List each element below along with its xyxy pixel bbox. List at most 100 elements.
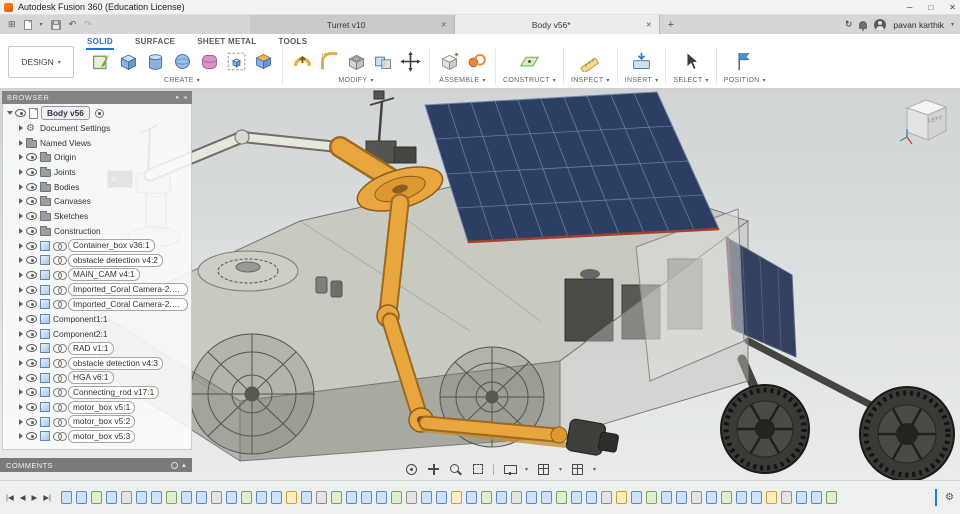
timeline-feature-icon[interactable] (571, 491, 582, 504)
caret-down-icon[interactable]: ▾ (559, 466, 562, 473)
create-derive-icon[interactable] (224, 50, 248, 74)
item-label[interactable]: motor_box v5:1 (68, 400, 136, 414)
timeline-feature-icon[interactable] (361, 491, 372, 504)
job-status-icon[interactable]: ↻ (845, 15, 853, 34)
modify-group-dropdown[interactable]: MODIFY ▾ (338, 77, 373, 84)
browser-tree-item[interactable]: Document Settings (3, 121, 191, 136)
browser-collapse-icon[interactable]: ◂ (183, 94, 187, 101)
timeline-feature-icon[interactable] (241, 491, 252, 504)
timeline-feature-icon[interactable] (811, 491, 822, 504)
timeline-feature-icon[interactable] (406, 491, 417, 504)
inspect-group-dropdown[interactable]: INSPECT ▾ (571, 77, 610, 84)
select-group-dropdown[interactable]: SELECT ▾ (673, 77, 708, 84)
visibility-eye-icon[interactable] (26, 285, 37, 294)
expand-arrow-icon[interactable] (19, 404, 23, 411)
timeline-feature-icon[interactable] (736, 491, 747, 504)
caret-down-icon[interactable]: ▾ (525, 466, 528, 473)
visibility-eye-icon[interactable] (26, 226, 37, 235)
timeline-feature-icon[interactable] (91, 491, 102, 504)
expand-arrow-icon[interactable] (19, 315, 23, 322)
browser-tree-item[interactable]: Imported_Coral Camera-2.0 v... (3, 297, 191, 312)
timeline-feature-icon[interactable] (781, 491, 792, 504)
timeline-feature-icon[interactable] (286, 491, 297, 504)
timeline-feature-icon[interactable] (496, 491, 507, 504)
visibility-eye-icon[interactable] (26, 403, 37, 412)
expand-arrow-icon[interactable] (19, 360, 23, 367)
file-menu-caret-icon[interactable]: ▾ (40, 21, 43, 28)
timeline-feature-icon[interactable] (391, 491, 402, 504)
item-label[interactable]: Connecting_rod v17:1 (68, 385, 160, 399)
save-icon[interactable] (50, 19, 61, 30)
browser-tree-item[interactable]: MAIN_CAM v4:1 (3, 268, 191, 283)
comments-bar[interactable]: COMMENTS ▴ (0, 458, 192, 472)
redo-icon[interactable]: ↷ (84, 15, 92, 34)
expand-arrow-icon[interactable] (19, 183, 23, 190)
browser-tree-item[interactable]: motor_box v5:1 (3, 400, 191, 415)
timeline-feature-icon[interactable] (166, 491, 177, 504)
file-menu-icon[interactable] (23, 19, 32, 30)
item-label[interactable]: Named Views (40, 138, 91, 148)
visibility-eye-icon[interactable] (26, 300, 37, 309)
timeline-feature-icon[interactable] (631, 491, 642, 504)
timeline-feature-icon[interactable] (226, 491, 237, 504)
browser-tree-item[interactable]: Sketches (3, 209, 191, 224)
timeline-feature-icon[interactable] (271, 491, 282, 504)
comments-expand-icon[interactable]: ▴ (182, 461, 186, 469)
item-label[interactable]: Imported_Coral Camera-2.0 v... (68, 297, 188, 311)
browser-tree-item[interactable]: Joints (3, 165, 191, 180)
notifications-bell-icon[interactable] (859, 20, 868, 31)
timeline-feature-icon[interactable] (181, 491, 192, 504)
timeline-play-button[interactable]: ▶ (32, 493, 38, 502)
visibility-eye-icon[interactable] (26, 373, 37, 382)
user-name[interactable]: pavan karthik (893, 20, 944, 30)
position-group-dropdown[interactable]: POSITION ▾ (724, 77, 766, 84)
item-label[interactable]: Container_box v36:1 (68, 239, 155, 253)
timeline-feature-icon[interactable] (796, 491, 807, 504)
item-label[interactable]: Construction (54, 226, 101, 236)
create-cylinder-icon[interactable] (143, 50, 167, 74)
visibility-eye-icon[interactable] (26, 168, 37, 177)
expand-arrow-icon[interactable] (19, 418, 23, 425)
minimize-button[interactable]: ─ (907, 3, 913, 12)
select-cursor-icon[interactable] (679, 50, 703, 74)
visibility-eye-icon[interactable] (15, 109, 26, 118)
create-group-dropdown[interactable]: CREATE ▾ (164, 77, 200, 84)
timeline-feature-icon[interactable] (751, 491, 762, 504)
combine-icon[interactable] (371, 50, 395, 74)
timeline-feature-icon[interactable] (421, 491, 432, 504)
assemble-group-dropdown[interactable]: ASSEMBLE ▾ (439, 77, 485, 84)
timeline-feature-icon[interactable] (586, 491, 597, 504)
visibility-eye-icon[interactable] (26, 241, 37, 250)
zoom-icon[interactable] (449, 463, 462, 476)
item-label[interactable]: Component1:1 (53, 314, 107, 324)
timeline-feature-icon[interactable] (721, 491, 732, 504)
visibility-eye-icon[interactable] (26, 417, 37, 426)
item-label[interactable]: obstacle detection v4:2 (68, 253, 163, 267)
create-box-icon[interactable] (116, 50, 140, 74)
create-sphere-icon[interactable] (170, 50, 194, 74)
browser-tree-item[interactable]: Origin (3, 150, 191, 165)
grid-snap-icon[interactable] (537, 463, 550, 476)
item-label[interactable]: Imported_Coral Camera-2.0 v... (68, 283, 188, 297)
expand-arrow-icon[interactable] (19, 286, 23, 293)
press-pull-icon[interactable] (290, 50, 314, 74)
user-avatar[interactable] (874, 18, 887, 31)
browser-root-item[interactable]: Body v56 (3, 106, 191, 121)
visibility-eye-icon[interactable] (26, 256, 37, 265)
timeline-feature-icon[interactable] (331, 491, 342, 504)
timeline-feature-icon[interactable] (316, 491, 327, 504)
shell-icon[interactable] (344, 50, 368, 74)
expand-arrow-icon[interactable] (19, 154, 23, 161)
orbit-icon[interactable] (405, 463, 418, 476)
expand-arrow-icon[interactable] (19, 169, 23, 176)
app-grid-menu-icon[interactable]: ⊞ (8, 15, 16, 34)
capture-position-flag-icon[interactable] (733, 50, 757, 74)
expand-arrow-icon[interactable] (19, 213, 23, 220)
item-label[interactable]: motor_box v5:2 (68, 415, 136, 429)
browser-tree-item[interactable]: Component2:1 (3, 326, 191, 341)
timeline-feature-icon[interactable] (106, 491, 117, 504)
visibility-eye-icon[interactable] (26, 212, 37, 221)
visibility-eye-icon[interactable] (26, 432, 37, 441)
timeline-feature-icon[interactable] (121, 491, 132, 504)
timeline-feature-icon[interactable] (436, 491, 447, 504)
